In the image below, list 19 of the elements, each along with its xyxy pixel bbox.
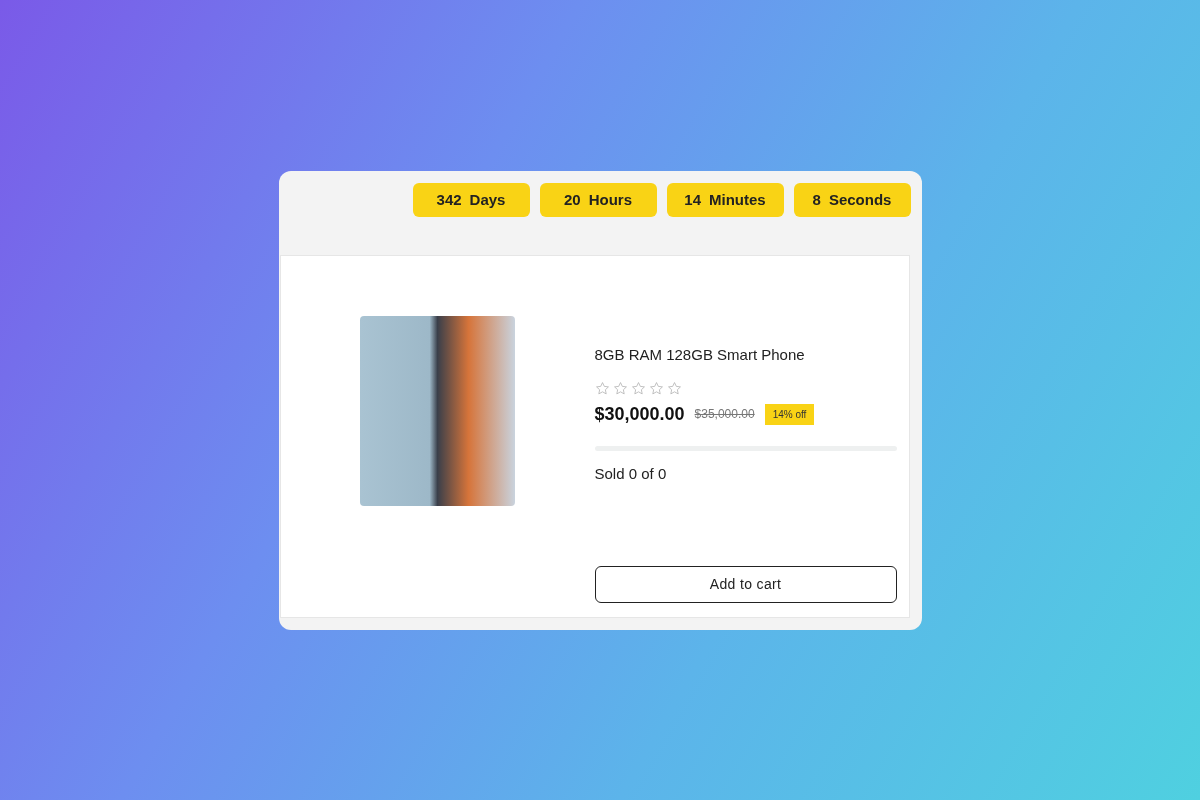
product-title: 8GB RAM 128GB Smart Phone (594, 345, 806, 365)
sale-price: $30,000.00 (594, 402, 685, 426)
star-icon (666, 380, 682, 396)
add-to-cart-button[interactable]: Add to cart (594, 566, 897, 603)
countdown-value: 14 (684, 189, 701, 210)
countdown-unit: Seconds (828, 189, 892, 210)
countdown-unit: Hours (588, 189, 632, 210)
countdown-value: 342 (436, 189, 462, 210)
countdown-unit: Days (469, 189, 506, 210)
countdown-value: 8 (812, 189, 821, 210)
countdown-unit: Minutes (709, 189, 766, 210)
discount-badge: 14% off (764, 403, 815, 425)
star-icon (612, 380, 628, 396)
sold-count: Sold 0 of 0 (594, 463, 668, 484)
star-icon (630, 380, 646, 396)
star-icon (594, 380, 610, 396)
original-price: $35,000.00 (694, 406, 755, 423)
star-icon (648, 380, 664, 396)
countdown-value: 20 (564, 189, 581, 210)
